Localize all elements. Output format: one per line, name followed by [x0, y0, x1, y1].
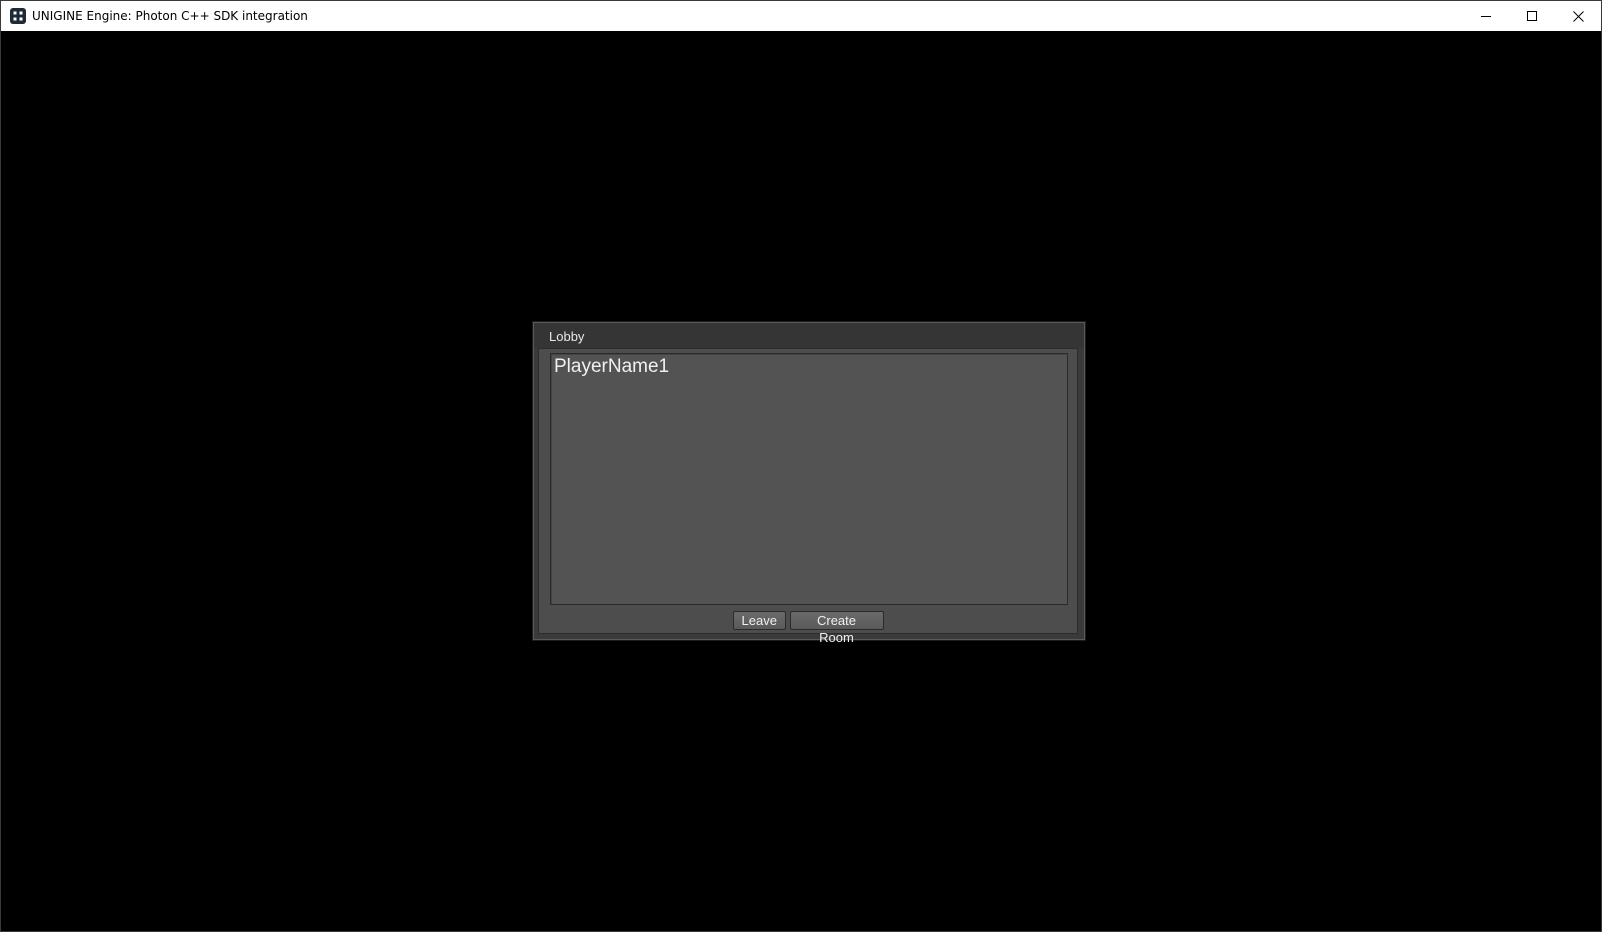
player-list-item[interactable]: PlayerName1 — [554, 356, 669, 378]
lobby-dialog: Lobby PlayerName1 Leave Create Room — [533, 322, 1085, 645]
create-room-button[interactable]: Create Room — [789, 611, 884, 645]
lobby-dialog-header[interactable]: Lobby — [534, 323, 1084, 348]
window-controls — [1463, 1, 1601, 31]
lobby-button-row: Leave Create Room — [539, 611, 1077, 645]
minimize-icon — [1481, 11, 1491, 21]
leave-button[interactable]: Leave — [732, 611, 786, 630]
lobby-dialog-body: PlayerName1 Leave Create Room — [538, 348, 1078, 645]
player-list[interactable]: PlayerName1 — [550, 353, 1068, 605]
unigine-app-icon — [10, 8, 26, 24]
minimize-button[interactable] — [1463, 1, 1509, 31]
window-title: UNIGINE Engine: Photon C++ SDK integrati… — [32, 9, 308, 23]
maximize-button[interactable] — [1509, 1, 1555, 31]
render-viewport[interactable]: Lobby PlayerName1 Leave Create Room — [1, 31, 1601, 931]
app-window: UNIGINE Engine: Photon C++ SDK integrati… — [0, 0, 1602, 932]
title-bar[interactable]: UNIGINE Engine: Photon C++ SDK integrati… — [1, 1, 1601, 31]
close-button[interactable] — [1555, 1, 1601, 31]
maximize-icon — [1527, 11, 1537, 21]
close-icon — [1572, 10, 1584, 22]
lobby-dialog-title: Lobby — [549, 329, 585, 344]
